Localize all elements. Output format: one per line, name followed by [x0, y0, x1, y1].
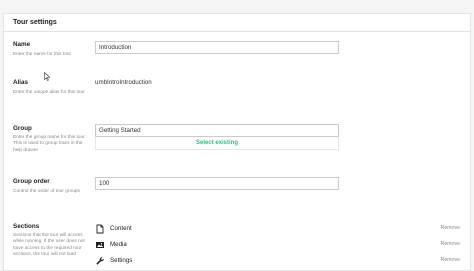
remove-button[interactable]: Remove	[441, 225, 460, 231]
group-description: Enter the group name for this tour. This…	[13, 135, 86, 153]
tour-settings-panel: Tour settings Name Enter the name for th…	[3, 13, 471, 271]
alias-description: Enter the unique alias for this tour	[13, 90, 85, 95]
select-existing-button[interactable]: Select existing	[95, 137, 339, 150]
name-description: Enter the name for this tour	[13, 52, 72, 57]
wrench-icon	[95, 256, 105, 266]
section-item-settings: Settings Remove	[95, 256, 463, 267]
section-name: Media	[110, 241, 127, 248]
remove-button[interactable]: Remove	[441, 257, 460, 263]
sections-description: Sections that the tour will access while…	[13, 233, 85, 258]
sections-label: Sections	[13, 223, 40, 230]
group-label: Group	[13, 125, 32, 132]
remove-button[interactable]: Remove	[441, 241, 460, 247]
name-input[interactable]: Introduction	[95, 41, 339, 54]
section-name: Settings	[110, 257, 133, 264]
picture-icon	[95, 240, 105, 250]
section-item-content: Content Remove	[95, 224, 463, 235]
section-name: Content	[110, 225, 132, 232]
group-order-label: Group order	[13, 178, 50, 185]
alias-value: umbIntroIntroduction	[95, 79, 152, 86]
mouse-cursor-icon	[44, 68, 51, 81]
alias-label: Alias	[13, 79, 29, 86]
panel-title: Tour settings	[4, 14, 470, 32]
name-label: Name	[13, 41, 31, 48]
group-order-description: Control the order of tour groups	[13, 189, 80, 194]
document-icon	[95, 224, 105, 234]
group-order-input[interactable]: 100	[95, 177, 339, 190]
group-input[interactable]: Getting Started	[95, 124, 339, 137]
section-item-media: Media Remove	[95, 240, 463, 251]
